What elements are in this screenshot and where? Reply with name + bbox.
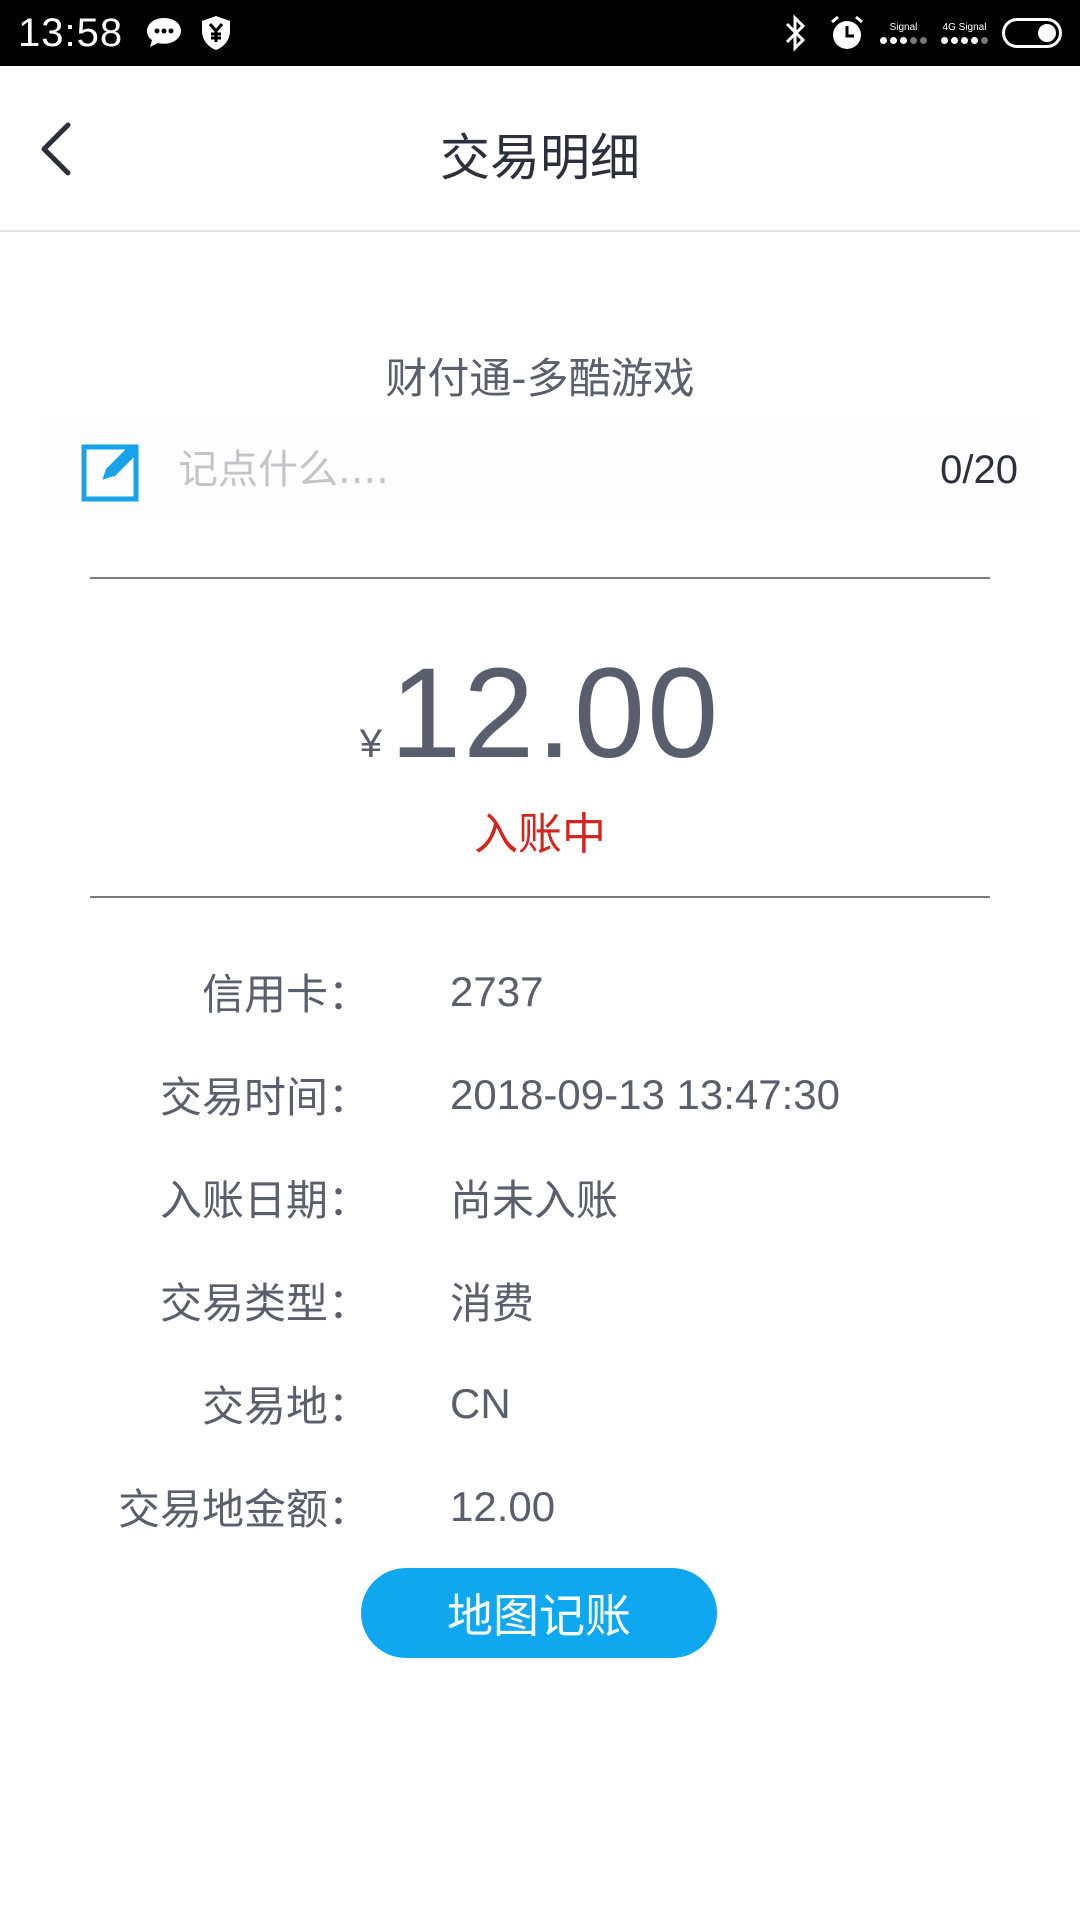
detail-row-time: 交易时间： 2018-09-13 13:47:30 bbox=[0, 1043, 1080, 1146]
amount-block: ¥ 12.00 bbox=[0, 640, 1080, 787]
note-input[interactable] bbox=[178, 447, 941, 493]
detail-value: 2018-09-13 13:47:30 bbox=[450, 1070, 840, 1118]
signal-label: Signal bbox=[889, 21, 918, 33]
bluetooth-icon bbox=[776, 14, 814, 52]
detail-row-location: 交易地： CN bbox=[0, 1352, 1080, 1455]
battery-toggle-icon bbox=[1002, 18, 1062, 48]
detail-label: 入账日期： bbox=[159, 1176, 370, 1225]
detail-row-local-amount: 交易地金额： 12.00 bbox=[0, 1455, 1080, 1558]
detail-value: 消费 bbox=[450, 1280, 535, 1327]
page-title: 交易明细 bbox=[440, 129, 640, 187]
signal-strength-2: 4G Signal bbox=[941, 21, 988, 44]
detail-value: 2737 bbox=[450, 967, 544, 1015]
detail-label: 交易地金额： bbox=[117, 1485, 370, 1534]
status-icons-left bbox=[145, 14, 235, 52]
detail-row-posting-date: 入账日期： 尚未入账 bbox=[0, 1146, 1080, 1249]
transaction-details: 信用卡： 2737 交易时间： 2018-09-13 13:47:30 入账日期… bbox=[0, 940, 1080, 1558]
posting-status: 入账中 bbox=[474, 809, 606, 860]
detail-value: 12.00 bbox=[450, 1482, 556, 1530]
status-icons-right: Signal 4G Signal bbox=[776, 14, 1062, 52]
note-char-counter: 0/20 bbox=[940, 447, 1018, 492]
detail-value: CN bbox=[450, 1379, 511, 1427]
alarm-clock-icon bbox=[828, 14, 866, 52]
map-bookkeeping-button[interactable]: 地图记账 bbox=[361, 1568, 717, 1658]
status-bar: 13:58 Signal 4G Signal bbox=[0, 0, 1080, 66]
currency-symbol: ¥ bbox=[359, 722, 382, 766]
merchant-name: 财付通-多酷游戏 bbox=[385, 354, 695, 403]
divider bbox=[90, 896, 990, 898]
detail-label: 交易类型： bbox=[159, 1279, 370, 1328]
divider bbox=[90, 577, 990, 579]
detail-value: 尚未入账 bbox=[450, 1177, 619, 1224]
transaction-amount: 12.00 bbox=[389, 642, 721, 785]
edit-icon[interactable] bbox=[80, 437, 146, 503]
chat-bubble-icon bbox=[145, 14, 183, 52]
detail-row-type: 交易类型： 消费 bbox=[0, 1249, 1080, 1352]
detail-row-card: 信用卡： 2737 bbox=[0, 940, 1080, 1043]
status-time: 13:58 bbox=[18, 10, 124, 55]
detail-label: 交易地： bbox=[201, 1382, 370, 1431]
yuan-shield-icon bbox=[197, 14, 235, 52]
note-row: 0/20 bbox=[40, 420, 1040, 520]
detail-label: 信用卡： bbox=[201, 970, 370, 1019]
signal-strength-1: Signal bbox=[880, 21, 927, 44]
network-type-label: 4G Signal bbox=[942, 21, 987, 33]
detail-label: 交易时间： bbox=[159, 1073, 370, 1122]
app-header: 交易明细 bbox=[0, 66, 1080, 232]
